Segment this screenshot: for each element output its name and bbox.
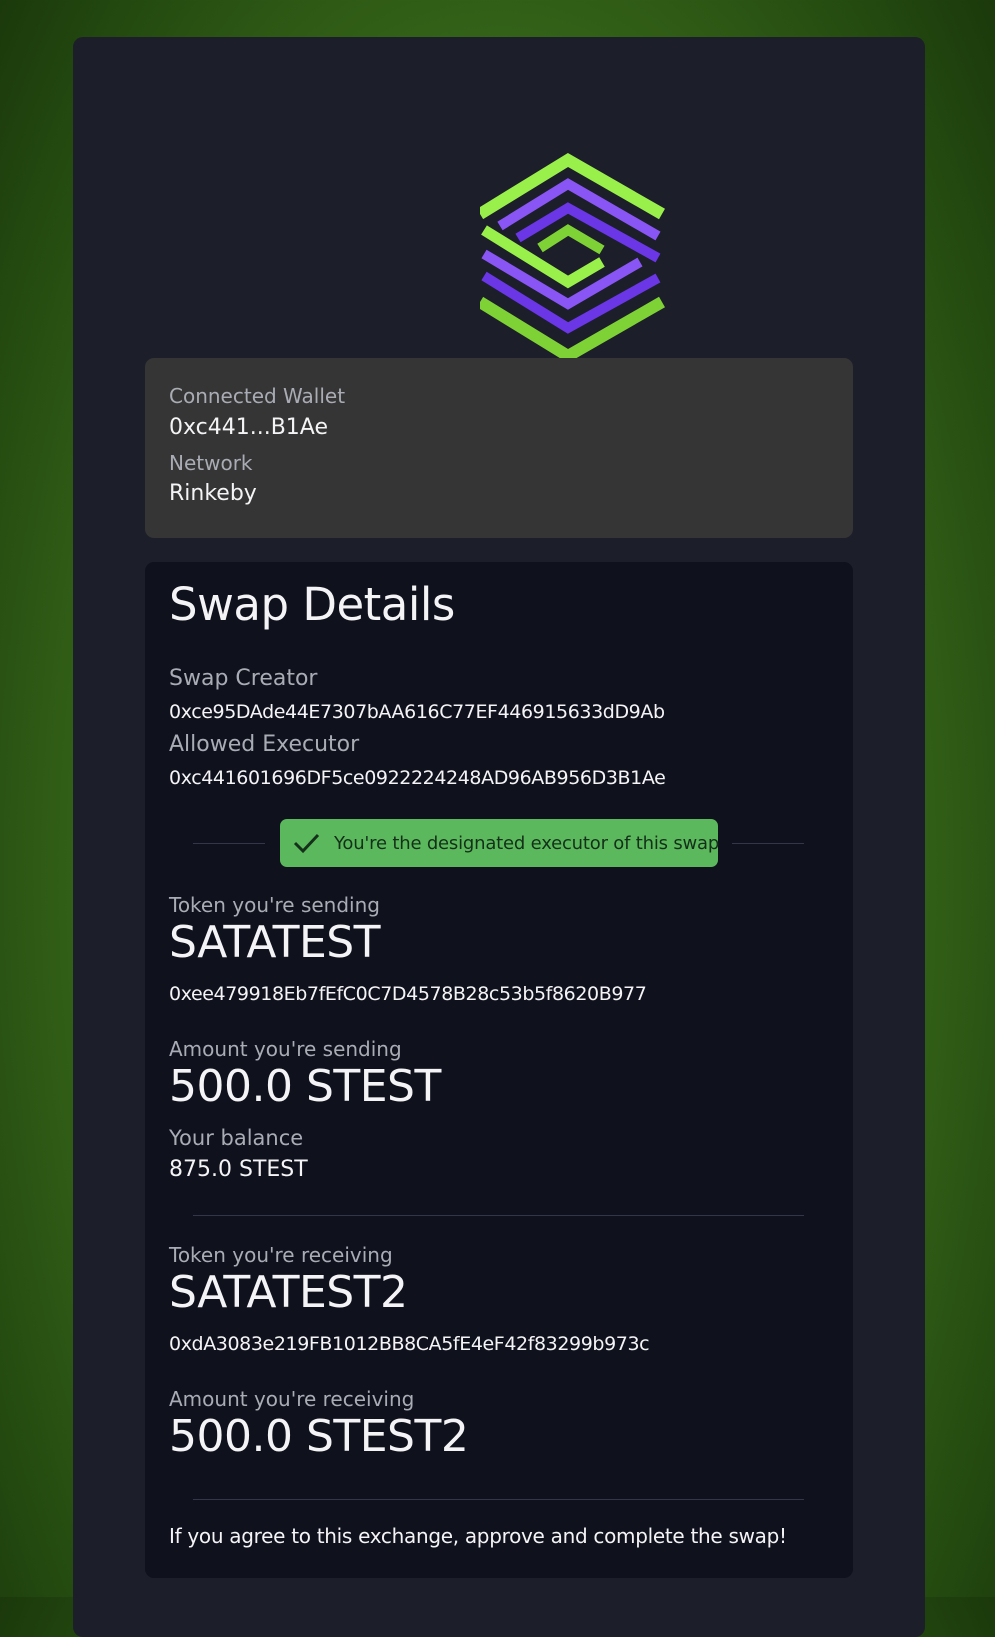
wallet-info-panel: Connected Wallet 0xc441...B1Ae Network R… <box>145 358 853 538</box>
executor-status-text: You're the designated executor of this s… <box>334 832 720 854</box>
receiving-token-label: Token you're receiving <box>169 1243 393 1267</box>
swap-details-title: Swap Details <box>169 578 455 631</box>
receiving-amount-value: 500.0 STEST2 <box>169 1411 469 1462</box>
divider-right <box>732 843 804 844</box>
executor-status-badge: You're the designated executor of this s… <box>280 819 720 867</box>
swap-creator-label: Swap Creator <box>169 666 318 691</box>
sending-token-address: 0xee479918Eb7fEfC0C7D4578B28c53b5f8620B9… <box>169 983 647 1005</box>
divider-left <box>193 843 265 844</box>
sending-amount-label: Amount you're sending <box>169 1037 402 1061</box>
hexagon-stripes-logo <box>480 153 665 363</box>
divider-middle <box>193 1215 804 1216</box>
agreement-text: If you agree to this exchange, approve a… <box>169 1524 787 1548</box>
network-value: Rinkeby <box>169 481 257 506</box>
balance-label: Your balance <box>169 1126 304 1150</box>
allowed-executor-address: 0xc441601696DF5ce0922224248AD96AB956D3B1… <box>169 767 666 789</box>
connected-wallet-label: Connected Wallet <box>169 384 346 408</box>
network-label: Network <box>169 451 253 475</box>
swap-creator-address: 0xce95DAde44E7307bAA616C77EF446915633dD9… <box>169 701 665 723</box>
sending-token-name: SATATEST <box>169 917 381 968</box>
divider-bottom <box>193 1499 804 1500</box>
receiving-token-name: SATATEST2 <box>169 1267 408 1318</box>
allowed-executor-label: Allowed Executor <box>169 732 360 757</box>
balance-value: 875.0 STEST <box>169 1157 308 1182</box>
connected-wallet-address: 0xc441...B1Ae <box>169 415 328 440</box>
receiving-amount-label: Amount you're receiving <box>169 1387 415 1411</box>
swap-details-panel: Swap Details Swap Creator 0xce95DAde44E7… <box>145 562 853 1578</box>
sending-token-label: Token you're sending <box>169 893 380 917</box>
check-icon <box>293 833 320 854</box>
swap-card: Connected Wallet 0xc441...B1Ae Network R… <box>73 37 925 1637</box>
receiving-token-address: 0xdA3083e219FB1012BB8CA5fE4eF42f83299b97… <box>169 1333 650 1355</box>
sending-amount-value: 500.0 STEST <box>169 1061 441 1112</box>
